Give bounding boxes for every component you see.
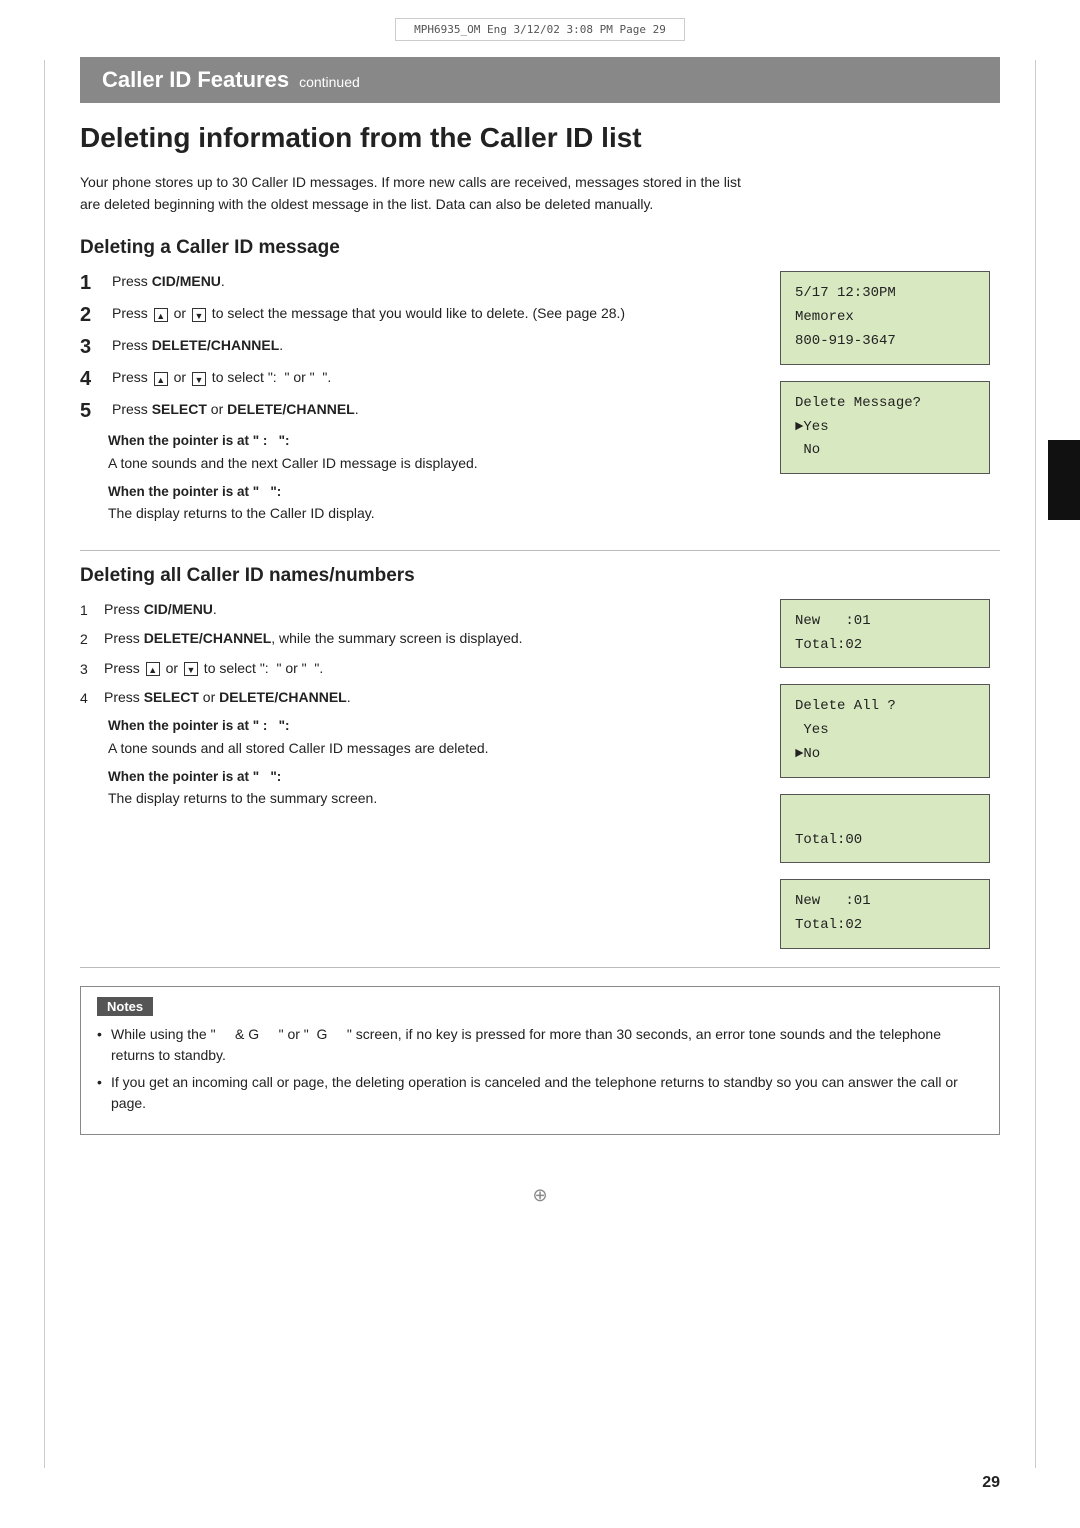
- step-4: 4 Press ▲ or ▼ to select ": " or " ".: [80, 367, 760, 391]
- lcd-screen-new-total-after: New :01 Total:02: [780, 879, 990, 949]
- all-step-4-text: Press SELECT or DELETE/CHANNEL.: [104, 687, 760, 708]
- intro-text: Your phone stores up to 30 Caller ID mes…: [80, 171, 760, 216]
- lcd-screen-delete-all: Delete All ? Yes ►No: [780, 684, 990, 777]
- when-pointer-no-desc: The display returns to the Caller ID dis…: [108, 503, 760, 524]
- delete-all-screens: New :01 Total:02 Delete All ? Yes ►No To…: [780, 599, 1000, 949]
- delete-message-screens: 5/17 12:30PM Memorex 800-919-3647 Delete…: [780, 271, 1000, 532]
- delete-all-row: 1 Press CID/MENU. 2 Press DELETE/CHANNEL…: [80, 599, 1000, 949]
- note-item-2: If you get an incoming call or page, the…: [97, 1072, 983, 1114]
- when-pointer-no-label: When the pointer is at " ":: [108, 482, 760, 502]
- arrow-up-icon: ▲: [154, 308, 168, 322]
- when-pointer-all-no-desc: The display returns to the summary scree…: [108, 788, 760, 809]
- when-pointer-all-no-label: When the pointer is at " ":: [108, 767, 760, 787]
- margin-line-right: [1035, 60, 1036, 1468]
- delete-message-steps: 1 Press CID/MENU. 2 Press ▲ or ▼ to sele…: [80, 271, 780, 532]
- step-2-num: 2: [80, 303, 108, 327]
- page-container: MPH6935_OM Eng 3/12/02 3:08 PM Page 29 C…: [0, 0, 1080, 1528]
- arrow-down2-icon: ▼: [192, 372, 206, 386]
- step-5-text: Press SELECT or DELETE/CHANNEL.: [112, 399, 760, 420]
- margin-line-left: [44, 60, 45, 1468]
- all-step-4-num: 4: [80, 687, 98, 709]
- arrow-up3-icon: ▲: [146, 662, 160, 676]
- print-header-text: MPH6935_OM Eng 3/12/02 3:08 PM Page 29: [395, 18, 685, 41]
- delete-message-subtitle: Deleting a Caller ID message: [80, 237, 1000, 259]
- delete-message-row: 1 Press CID/MENU. 2 Press ▲ or ▼ to sele…: [80, 271, 1000, 532]
- when-pointer-no: When the pointer is at " ": The display …: [108, 482, 760, 524]
- main-content: Caller ID Features continued Deleting in…: [0, 47, 1080, 1175]
- all-step-2-text: Press DELETE/CHANNEL, while the summary …: [104, 628, 760, 649]
- all-step-2-num: 2: [80, 628, 98, 650]
- step-5: 5 Press SELECT or DELETE/CHANNEL.: [80, 399, 760, 423]
- step-1: 1 Press CID/MENU.: [80, 271, 760, 295]
- page-number: 29: [982, 1474, 1000, 1492]
- notes-header: Notes: [97, 997, 153, 1016]
- section-banner-title: Caller ID Features: [102, 67, 289, 93]
- notes-section: Notes While using the " & G " or " G " s…: [80, 986, 1000, 1135]
- step-3-text: Press DELETE/CHANNEL.: [112, 335, 760, 356]
- all-step-3-num: 3: [80, 658, 98, 680]
- delete-all-subtitle: Deleting all Caller ID names/numbers: [80, 565, 1000, 587]
- step-1-num: 1: [80, 271, 108, 295]
- all-step-1: 1 Press CID/MENU.: [80, 599, 760, 621]
- all-step-3-text: Press ▲ or ▼ to select ": " or " ".: [104, 658, 760, 679]
- all-step-3: 3 Press ▲ or ▼ to select ": " or " ".: [80, 658, 760, 680]
- all-step-2: 2 Press DELETE/CHANNEL, while the summar…: [80, 628, 760, 650]
- bottom-crosshair: ⊕: [0, 1175, 1080, 1212]
- step-5-num: 5: [80, 399, 108, 423]
- when-pointer-all-yes-desc: A tone sounds and all stored Caller ID m…: [108, 738, 760, 759]
- arrow-up2-icon: ▲: [154, 372, 168, 386]
- hr-divider-notes: [80, 967, 1000, 968]
- lcd-screen-total-zero: Total:00: [780, 794, 990, 864]
- arrow-down3-icon: ▼: [184, 662, 198, 676]
- step-2-text: Press ▲ or ▼ to select the message that …: [112, 303, 760, 324]
- when-pointer-yes-desc: A tone sounds and the next Caller ID mes…: [108, 453, 760, 474]
- step-1-text: Press CID/MENU.: [112, 271, 760, 292]
- print-header: MPH6935_OM Eng 3/12/02 3:08 PM Page 29: [0, 0, 1080, 47]
- section-banner-continued: continued: [299, 74, 360, 90]
- step-4-text: Press ▲ or ▼ to select ": " or " ".: [112, 367, 760, 388]
- all-step-1-text: Press CID/MENU.: [104, 599, 760, 620]
- when-pointer-all-yes-label: When the pointer is at " : ":: [108, 716, 760, 736]
- delete-all-steps: 1 Press CID/MENU. 2 Press DELETE/CHANNEL…: [80, 599, 780, 949]
- step-3-num: 3: [80, 335, 108, 359]
- when-pointer-all-yes: When the pointer is at " : ": A tone sou…: [108, 716, 760, 758]
- right-tab: [1048, 440, 1080, 520]
- lcd-screen-delete-msg: Delete Message? ►Yes No: [780, 381, 990, 474]
- section-banner: Caller ID Features continued: [80, 57, 1000, 103]
- step-2: 2 Press ▲ or ▼ to select the message tha…: [80, 303, 760, 327]
- step-4-num: 4: [80, 367, 108, 391]
- hr-divider-1: [80, 550, 1000, 551]
- arrow-down-icon: ▼: [192, 308, 206, 322]
- when-pointer-yes-label: When the pointer is at " : ":: [108, 431, 760, 451]
- when-pointer-yes: When the pointer is at " : ": A tone sou…: [108, 431, 760, 473]
- lcd-screen-caller-info: 5/17 12:30PM Memorex 800-919-3647: [780, 271, 990, 364]
- step-3: 3 Press DELETE/CHANNEL.: [80, 335, 760, 359]
- note-item-1: While using the " & G " or " G " screen,…: [97, 1024, 983, 1066]
- all-step-4: 4 Press SELECT or DELETE/CHANNEL.: [80, 687, 760, 709]
- when-pointer-all-no: When the pointer is at " ": The display …: [108, 767, 760, 809]
- lcd-screen-new-total-before: New :01 Total:02: [780, 599, 990, 669]
- page-title: Deleting information from the Caller ID …: [80, 121, 1000, 155]
- all-step-1-num: 1: [80, 599, 98, 621]
- notes-list: While using the " & G " or " G " screen,…: [97, 1024, 983, 1114]
